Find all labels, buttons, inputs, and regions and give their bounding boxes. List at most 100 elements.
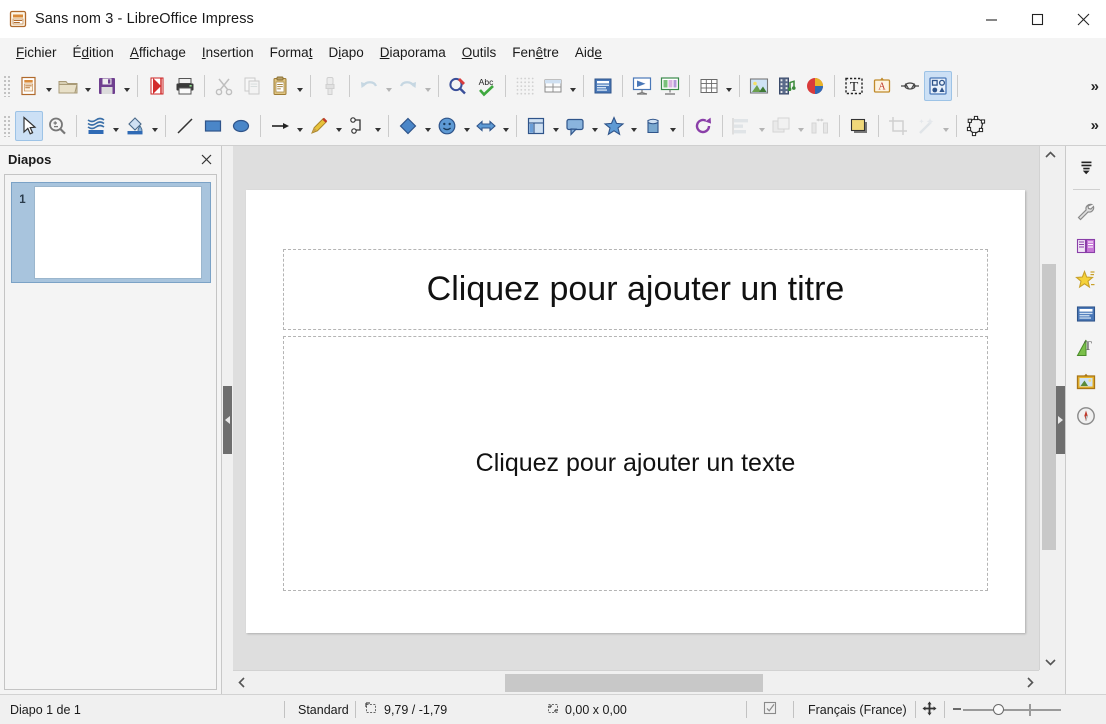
sidebar-item-animation[interactable]	[1071, 265, 1101, 295]
flowchart-shapes-button[interactable]	[522, 111, 550, 141]
insert-text-box-button[interactable]: T	[840, 71, 868, 101]
sidebar-item-navigator[interactable]	[1071, 401, 1101, 431]
three-d-objects-button[interactable]	[639, 111, 667, 141]
zoom-slider-knob[interactable]	[992, 703, 1004, 715]
filter-dropdown-arrow-icon[interactable]	[940, 111, 951, 141]
paste-dropdown-arrow-icon[interactable]	[294, 71, 305, 101]
zoom-slider-track[interactable]	[962, 708, 1061, 711]
slide-thumbnail-1[interactable]: 1	[11, 182, 211, 283]
drawing-toolbar-overflow-button[interactable]: »	[1091, 117, 1099, 134]
maximize-button[interactable]	[1014, 0, 1060, 38]
fill-color-dropdown-arrow-icon[interactable]	[149, 111, 160, 141]
slides-panel-close-icon[interactable]	[198, 151, 214, 167]
symbol-shapes-button[interactable]	[433, 111, 461, 141]
callout-shapes-dropdown-arrow-icon[interactable]	[589, 111, 600, 141]
three-d-objects-dropdown-arrow-icon[interactable]	[667, 111, 678, 141]
arrange-dropdown-arrow-icon[interactable]	[795, 111, 806, 141]
line-color-dropdown-arrow-icon[interactable]	[110, 111, 121, 141]
fontwork-button[interactable]: A	[868, 71, 896, 101]
edit-points-button[interactable]	[962, 111, 990, 141]
spelling-button[interactable]: Abc	[472, 71, 500, 101]
save-button[interactable]	[93, 71, 121, 101]
save-dropdown-arrow-icon[interactable]	[121, 71, 132, 101]
zoom-tool-button[interactable]	[43, 111, 71, 141]
basic-shapes-button[interactable]	[394, 111, 422, 141]
standard-toolbar-overflow-button[interactable]: »	[1091, 78, 1099, 95]
sidebar-item-styles[interactable]: T	[1071, 333, 1101, 363]
shadow-button[interactable]	[845, 111, 873, 141]
insert-chart-button[interactable]	[801, 71, 829, 101]
export-pdf-button[interactable]	[143, 71, 171, 101]
slide-edit-area[interactable]: Cliquez pour ajouter un titre Cliquez po…	[233, 146, 1039, 670]
menu-aide[interactable]: Aide	[567, 41, 610, 64]
insert-ellipse-button[interactable]	[227, 111, 255, 141]
menu-diaporama[interactable]: Diaporama	[372, 41, 454, 64]
zoom-out-icon[interactable]	[952, 707, 961, 710]
menu-format[interactable]: Format	[262, 41, 321, 64]
gallery-button[interactable]	[924, 71, 952, 101]
curves-and-polygons-dropdown-arrow-icon[interactable]	[333, 111, 344, 141]
basic-shapes-dropdown-arrow-icon[interactable]	[422, 111, 433, 141]
insert-rectangle-button[interactable]	[199, 111, 227, 141]
insert-table-button[interactable]	[695, 71, 723, 101]
insert-image-button[interactable]	[745, 71, 773, 101]
scroll-left-icon[interactable]	[233, 671, 251, 694]
menu-fenetre[interactable]: Fenêtre	[504, 41, 567, 64]
redo-dropdown-arrow-icon[interactable]	[422, 71, 433, 101]
open-button[interactable]	[54, 71, 82, 101]
print-button[interactable]	[171, 71, 199, 101]
menu-diapo[interactable]: Diapo	[320, 41, 371, 64]
new-document-button[interactable]	[15, 71, 43, 101]
connectors-dropdown-arrow-icon[interactable]	[372, 111, 383, 141]
left-panel-splitter[interactable]	[222, 146, 233, 694]
menu-insertion[interactable]: Insertion	[194, 41, 262, 64]
block-arrows-button[interactable]	[472, 111, 500, 141]
sidebar-item-master-slides[interactable]	[1071, 299, 1101, 329]
symbol-shapes-dropdown-arrow-icon[interactable]	[461, 111, 472, 141]
horizontal-scrollbar-thumb[interactable]	[505, 674, 763, 692]
collapse-sidebar-handle[interactable]	[1056, 386, 1065, 454]
display-views-dropdown-arrow-icon[interactable]	[567, 71, 578, 101]
curves-and-polygons-button[interactable]	[305, 111, 333, 141]
master-slide-button[interactable]	[589, 71, 617, 101]
sidebar-item-properties[interactable]	[1071, 197, 1101, 227]
find-replace-button[interactable]	[444, 71, 472, 101]
connectors-button[interactable]	[344, 111, 372, 141]
flowchart-shapes-dropdown-arrow-icon[interactable]	[550, 111, 561, 141]
insert-arrow-button[interactable]	[266, 111, 294, 141]
collapse-slides-panel-handle[interactable]	[223, 386, 232, 454]
insert-arrow-dropdown-arrow-icon[interactable]	[294, 111, 305, 141]
content-placeholder[interactable]: Cliquez pour ajouter un texte	[283, 336, 988, 591]
status-master-slide[interactable]: Standard	[285, 695, 355, 724]
scroll-right-icon[interactable]	[1021, 671, 1039, 694]
horizontal-scrollbar[interactable]	[233, 670, 1039, 694]
status-language[interactable]: Français (France)	[794, 695, 907, 724]
sidebar-item-gallery[interactable]	[1071, 367, 1101, 397]
line-color-button[interactable]	[82, 111, 110, 141]
status-save-state[interactable]	[747, 695, 793, 724]
align-objects-dropdown-arrow-icon[interactable]	[756, 111, 767, 141]
slide-canvas[interactable]: Cliquez pour ajouter un titre Cliquez po…	[246, 190, 1025, 633]
start-from-current-slide-button[interactable]	[656, 71, 684, 101]
menu-edition[interactable]: Édition	[65, 41, 122, 64]
sidebar-splitter[interactable]	[1056, 146, 1065, 694]
fill-color-button[interactable]	[121, 111, 149, 141]
stars-shapes-button[interactable]	[600, 111, 628, 141]
slides-list[interactable]: 1	[4, 174, 217, 690]
insert-media-button[interactable]	[773, 71, 801, 101]
rotate-button[interactable]	[689, 111, 717, 141]
close-button[interactable]	[1060, 0, 1106, 38]
toolbar-grip[interactable]	[3, 114, 12, 137]
paste-button[interactable]	[266, 71, 294, 101]
toolbar-grip[interactable]	[3, 75, 12, 97]
menu-fichier[interactable]: Fichier	[8, 41, 65, 64]
zoom-slider[interactable]	[952, 702, 1061, 718]
block-arrows-dropdown-arrow-icon[interactable]	[500, 111, 511, 141]
title-placeholder[interactable]: Cliquez pour ajouter un titre	[283, 249, 988, 330]
display-views-button[interactable]	[539, 71, 567, 101]
hyperlink-button[interactable]	[896, 71, 924, 101]
insert-table-dropdown-arrow-icon[interactable]	[723, 71, 734, 101]
callout-shapes-button[interactable]	[561, 111, 589, 141]
stars-shapes-dropdown-arrow-icon[interactable]	[628, 111, 639, 141]
sidebar-item-slide-transition[interactable]	[1071, 231, 1101, 261]
